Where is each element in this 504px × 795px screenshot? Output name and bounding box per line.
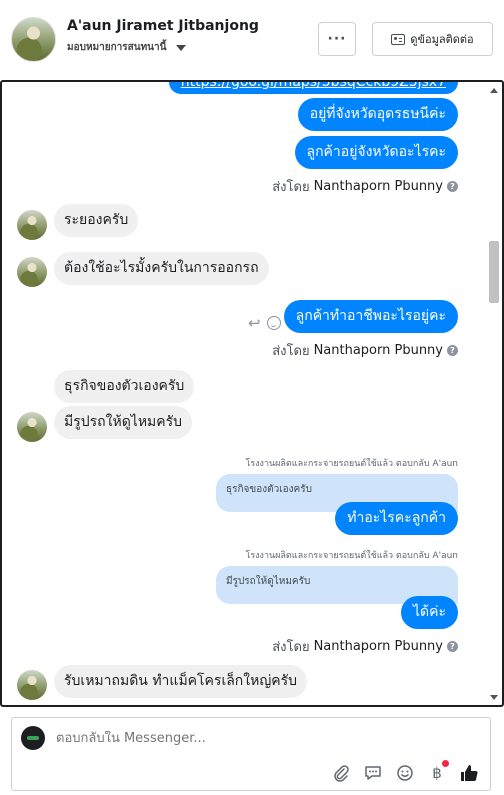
sent-by-prefix: ส่งโดย bbox=[272, 344, 310, 359]
help-icon[interactable]: ? bbox=[447, 181, 458, 192]
caret-down-icon bbox=[176, 44, 187, 51]
assign-label: มอบหมายการสนทนานี้ bbox=[67, 42, 167, 53]
message-outgoing: ได้ค่ะ bbox=[400, 596, 458, 629]
sender-avatar bbox=[17, 257, 47, 287]
view-contact-label: ดูข้อมูลติดต่อ bbox=[410, 33, 474, 46]
sender-avatar bbox=[17, 412, 47, 442]
message-composer: ฿ bbox=[11, 717, 491, 791]
message-incoming: มีรูปรถให้ดูไหมครับ bbox=[54, 406, 193, 439]
scroll-thumb[interactable] bbox=[489, 241, 499, 303]
thumbs-up-icon[interactable] bbox=[460, 764, 478, 782]
message-outgoing: ทำอะไรคะลูกค้า bbox=[335, 502, 458, 535]
message-incoming: ระยองครับ bbox=[54, 204, 139, 237]
conversation-header: A'aun Jiramet Jitbanjong มอบหมายการสนทนา… bbox=[0, 0, 504, 80]
message-outgoing-link[interactable]: https://goo.gl/maps/5bsqCckb9Z5jsx7 bbox=[168, 82, 458, 94]
sent-by-prefix: ส่งโดย bbox=[272, 640, 310, 655]
composer-tools: ฿ bbox=[332, 760, 478, 782]
assign-conversation-dropdown[interactable]: มอบหมายการสนทนานี้ bbox=[67, 40, 187, 55]
sent-by-label: ส่งโดย Nanthaporn Pbunny ? bbox=[272, 340, 458, 361]
help-icon[interactable]: ? bbox=[447, 345, 458, 356]
reply-context-note: โรงงานผลิตและกระจายรถยนต์ใช้แล้ว ตอบกลับ… bbox=[245, 551, 458, 561]
react-smiley-icon[interactable] bbox=[266, 316, 281, 330]
notification-dot bbox=[442, 760, 449, 767]
sent-by-label: ส่งโดย Nanthaporn Pbunny ? bbox=[272, 636, 458, 657]
message-incoming: ต้องใช้อะไรมั้งครับในการออกรถ bbox=[54, 252, 269, 285]
user-avatar[interactable] bbox=[11, 17, 56, 62]
message-incoming: ธุรกิจของตัวเองครับ bbox=[54, 370, 195, 403]
sender-avatar bbox=[17, 210, 47, 240]
help-icon[interactable]: ? bbox=[447, 641, 458, 652]
baht-icon[interactable]: ฿ bbox=[428, 760, 449, 782]
user-name[interactable]: A'aun Jiramet Jitbanjong bbox=[67, 18, 259, 34]
reply-context-note: โรงงานผลิตและกระจายรถยนต์ใช้แล้ว ตอบกลับ… bbox=[245, 459, 458, 469]
contact-card-icon bbox=[391, 33, 406, 45]
chat-scrollbar[interactable] bbox=[488, 84, 500, 704]
sent-by-prefix: ส่งโดย bbox=[272, 180, 310, 195]
sent-by-name: Nanthaporn Pbunny bbox=[313, 639, 443, 654]
sent-by-name: Nanthaporn Pbunny bbox=[313, 179, 443, 194]
reply-input[interactable] bbox=[56, 731, 436, 746]
message-outgoing: ลูกค้าอยู่จังหวัดอะไรคะ bbox=[294, 136, 458, 169]
sender-avatar bbox=[17, 670, 47, 700]
scroll-up-arrow-icon[interactable] bbox=[490, 88, 498, 93]
chat-bubble-icon[interactable] bbox=[364, 764, 382, 782]
sent-by-name: Nanthaporn Pbunny bbox=[313, 343, 443, 358]
message-outgoing: ลูกค้าทำอาชีพอะไรอยู่คะ bbox=[283, 300, 458, 333]
scroll-down-arrow-icon[interactable] bbox=[490, 695, 498, 700]
view-contact-button[interactable]: ดูข้อมูลติดต่อ bbox=[372, 22, 493, 56]
smiley-icon[interactable] bbox=[396, 764, 414, 782]
reply-icon[interactable]: ↩ bbox=[248, 314, 261, 332]
page-avatar bbox=[21, 726, 45, 750]
message-actions: ↩ bbox=[248, 314, 281, 332]
message-thread[interactable]: https://goo.gl/maps/5bsqCckb9Z5jsx7 อยู่… bbox=[0, 80, 504, 707]
sent-by-label: ส่งโดย Nanthaporn Pbunny ? bbox=[272, 176, 458, 197]
message-outgoing: อยู่ที่จังหวัดอุดรธษนีค่ะ bbox=[297, 98, 458, 131]
message-incoming: รับเหมาถมดิน ทำแม็คโครเล็กใหญ่ครับ bbox=[54, 665, 308, 698]
more-options-button[interactable]: ··· bbox=[318, 22, 356, 56]
paperclip-icon[interactable] bbox=[332, 764, 350, 782]
